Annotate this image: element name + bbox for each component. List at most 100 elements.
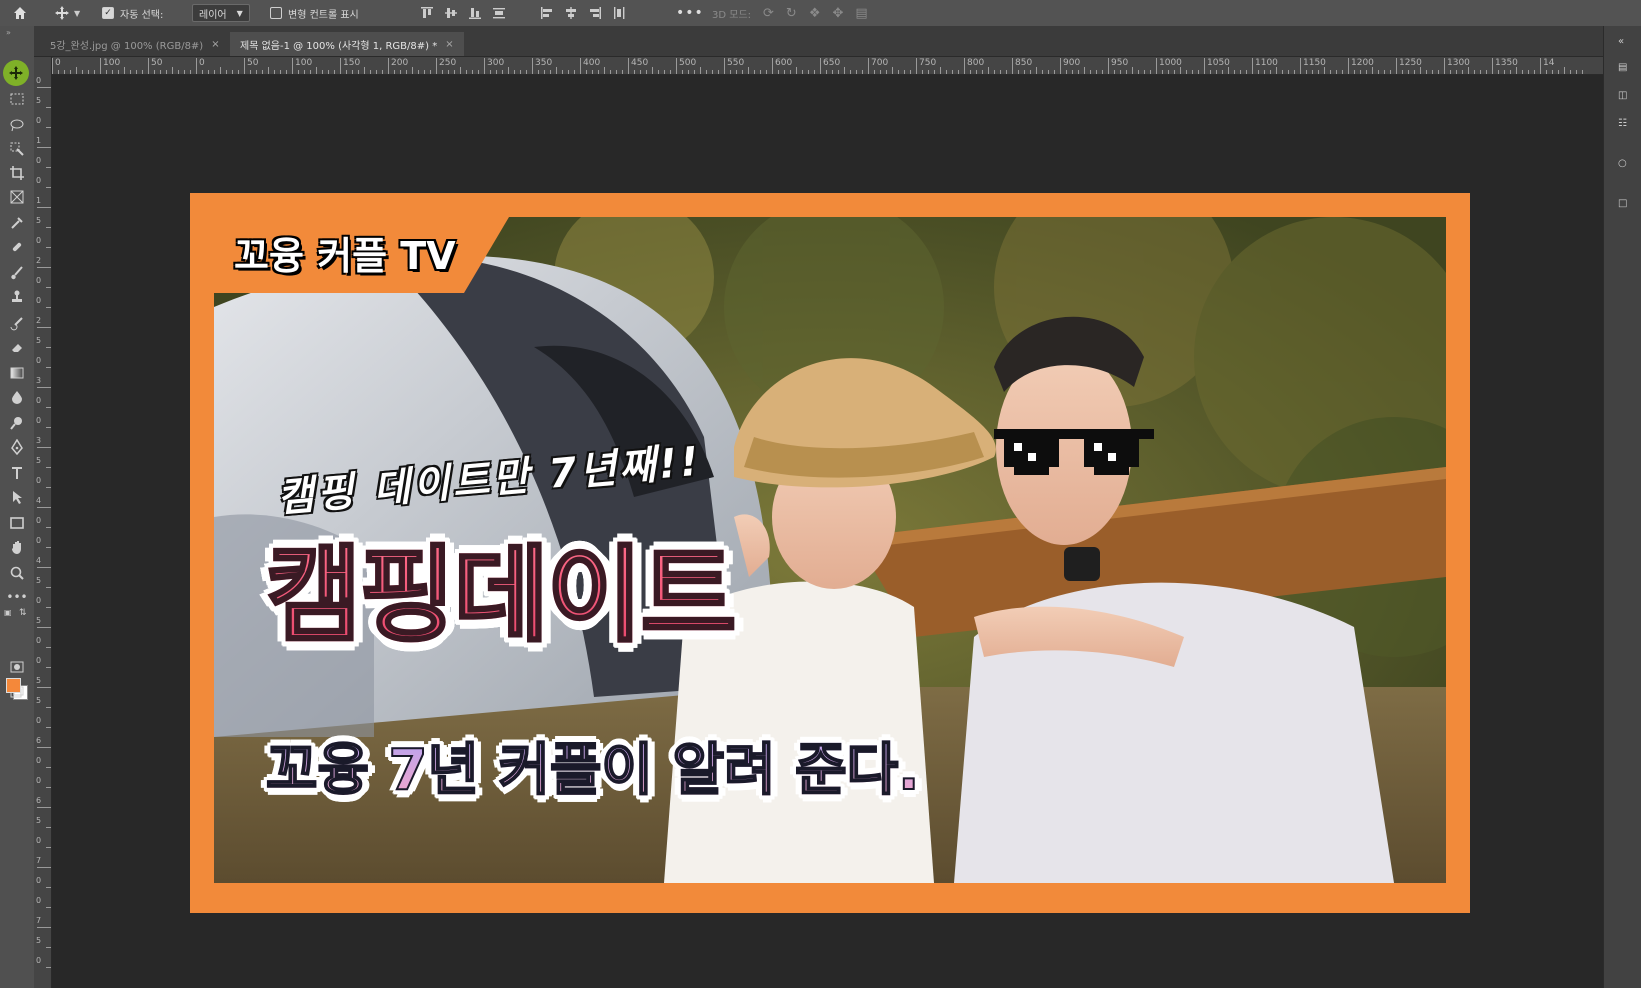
adjustments-panel-icon[interactable]: ◫ <box>1618 90 1632 106</box>
brush-tool-icon[interactable] <box>5 262 29 284</box>
tab-5gang-complete[interactable]: 5강_완성.jpg @ 100% (RGB/8#) × <box>40 32 230 56</box>
couple-camping-photo: 꼬융 커플 TV 캠핑 데이트만 7년째!! 캠핑데이트 꼬융 7년 커플이 알… <box>214 217 1446 883</box>
ruler-tick <box>130 70 131 74</box>
ruler-tick <box>550 70 551 74</box>
align-bottom-icon[interactable] <box>468 6 482 20</box>
align-right-icon[interactable] <box>588 6 602 20</box>
ruler-tick <box>328 70 329 74</box>
blur-tool-icon[interactable] <box>5 386 29 408</box>
ruler-tick <box>526 70 527 74</box>
ruler-tick <box>1060 58 1061 74</box>
more-icon[interactable]: ••• <box>676 0 704 26</box>
ruler-tick <box>1180 67 1181 74</box>
ruler-tick <box>118 70 119 74</box>
ruler-tick <box>580 58 581 74</box>
lasso-tool-icon[interactable] <box>5 114 29 136</box>
history-brush-tool-icon[interactable] <box>5 312 29 334</box>
auto-select-target-dropdown[interactable]: 레이어 ▼ <box>192 0 250 26</box>
auto-select-checkbox[interactable]: ✓ <box>102 7 114 19</box>
dodge-tool-icon[interactable] <box>5 412 29 434</box>
eyedropper-tool-icon[interactable] <box>5 212 29 234</box>
ruler-tick <box>1276 67 1277 74</box>
distribute-icon[interactable] <box>492 6 506 20</box>
ruler-tick <box>790 70 791 74</box>
ruler-tick <box>340 58 341 74</box>
hand-tool-icon[interactable] <box>5 536 29 558</box>
gradient-tool-icon[interactable] <box>5 362 29 384</box>
main-title: 캠핑데이트 <box>264 534 737 657</box>
ruler-tick <box>82 70 83 74</box>
align-top-icon[interactable] <box>420 6 434 20</box>
distribute-h-icon[interactable] <box>612 6 626 20</box>
type-tool-icon[interactable] <box>5 462 29 484</box>
close-icon[interactable]: × <box>211 39 219 50</box>
pen-tool-icon[interactable] <box>5 436 29 458</box>
panel-expand-icon[interactable]: « <box>1618 36 1632 52</box>
rectangle-tool-icon[interactable] <box>5 512 29 534</box>
ruler-tick <box>1318 70 1319 74</box>
3d-slide-icon[interactable]: ✥ <box>832 6 843 21</box>
eraser-tool-icon[interactable] <box>5 336 29 358</box>
marquee-tool-icon[interactable] <box>5 88 29 110</box>
3d-camera-icon[interactable]: ▤ <box>855 6 867 21</box>
ruler-tick <box>37 147 51 148</box>
ruler-label: 0 <box>36 156 42 165</box>
ruler-tick <box>1462 70 1463 74</box>
stamp-tool-icon[interactable] <box>5 286 29 308</box>
layers-panel-icon[interactable]: ☷ <box>1618 118 1632 134</box>
default-colors-icon[interactable]: ▣ <box>4 608 12 617</box>
crop-tool-icon[interactable] <box>5 162 29 184</box>
ruler-label: 0 <box>36 776 42 785</box>
ruler-tick <box>1522 70 1523 74</box>
properties-panel-icon[interactable]: ▤ <box>1618 62 1632 78</box>
ruler-tick <box>730 70 731 74</box>
align-vcenter-icon[interactable] <box>444 6 458 20</box>
ruler-tick <box>46 407 51 408</box>
ruler-tick <box>214 70 215 74</box>
move-tool-preset[interactable]: ▼ <box>54 0 80 26</box>
vertical-ruler[interactable]: 0 5 0 1 0 0 1 5 0 2 0 0 2 5 0 3 0 0 3 5 0 4 0 0 4 5 0 5 0 0 5 5 0 6 0 0 6 5 0 7… <box>34 57 52 988</box>
ruler-tick <box>940 67 941 74</box>
transform-controls-toggle[interactable]: 변형 컨트롤 표시 <box>270 0 359 26</box>
zoom-tool-icon[interactable] <box>5 562 29 584</box>
3d-roll-icon[interactable]: ↻ <box>786 6 797 21</box>
healing-brush-tool-icon[interactable] <box>5 236 29 258</box>
ruler-label: 0 <box>36 896 42 905</box>
horizontal-ruler[interactable]: 0 100 50 0 50 100 150 200 250 300 350 400 450 500 550 6… <box>52 57 1603 75</box>
home-icon[interactable] <box>12 0 28 26</box>
move-tool-icon[interactable] <box>3 60 29 86</box>
transform-controls-checkbox[interactable] <box>270 7 282 19</box>
edit-toolbar-icon[interactable]: ••• <box>5 586 29 608</box>
align-horizontal-group <box>540 0 626 26</box>
quick-select-tool-icon[interactable] <box>5 138 29 160</box>
ruler-label: 5 <box>36 456 42 465</box>
libraries-panel-icon[interactable]: ○ <box>1618 158 1632 174</box>
document-tabs: 5강_완성.jpg @ 100% (RGB/8#) × 제목 없음-1 @ 10… <box>34 26 1641 57</box>
swap-colors-icon[interactable]: ⇅ <box>19 608 27 618</box>
ruler-tick <box>316 67 317 74</box>
3d-orbit-icon[interactable]: ⟳ <box>763 6 774 21</box>
ruler-tick <box>1348 58 1349 74</box>
auto-select-toggle[interactable]: ✓ 자동 선택: <box>102 0 163 26</box>
canvas-artboard[interactable]: 꼬융 커플 TV 캠핑 데이트만 7년째!! 캠핑데이트 꼬융 7년 커플이 알… <box>190 193 1470 913</box>
close-icon[interactable]: × <box>445 39 453 50</box>
ruler-label: 0 <box>36 76 42 85</box>
ruler-label: 200 <box>391 58 409 68</box>
quick-mask-icon[interactable] <box>5 656 29 678</box>
frame-tool-icon[interactable] <box>5 186 29 208</box>
panel-collapse-icon[interactable]: » <box>6 28 11 37</box>
ruler-tick <box>904 70 905 74</box>
3d-drag-icon[interactable]: ❖ <box>809 6 821 21</box>
ruler-tick <box>1378 70 1379 74</box>
path-selection-tool-icon[interactable] <box>5 486 29 508</box>
ruler-tick <box>718 70 719 74</box>
align-hcenter-icon[interactable] <box>564 6 578 20</box>
ruler-label: 0 <box>36 516 42 525</box>
foreground-color-swatch[interactable] <box>6 678 21 693</box>
ruler-tick <box>796 67 797 74</box>
tab-untitled-1[interactable]: 제목 없음-1 @ 100% (사각형 1, RGB/8#) * × <box>230 32 464 56</box>
ruler-tick <box>946 70 947 74</box>
history-panel-icon[interactable]: □ <box>1618 198 1632 214</box>
align-left-icon[interactable] <box>540 6 554 20</box>
ruler-tick <box>1384 70 1385 74</box>
